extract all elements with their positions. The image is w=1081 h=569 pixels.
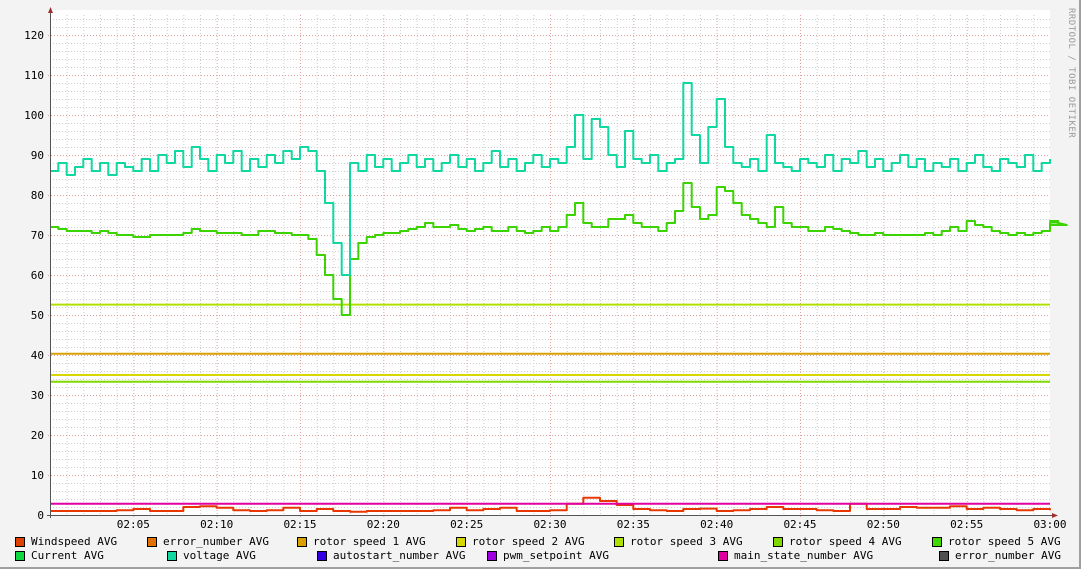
legend-swatch-icon bbox=[15, 550, 25, 561]
y-tick-label: 70 bbox=[31, 229, 44, 242]
y-tick-label: 30 bbox=[31, 389, 44, 402]
x-tick-label: 02:45 bbox=[783, 518, 816, 531]
legend-item: rotor speed 5 AVG bbox=[932, 535, 1061, 548]
legend-item: Windspeed AVG bbox=[15, 535, 117, 548]
legend-swatch-icon bbox=[456, 536, 466, 547]
x-tick-label: 02:30 bbox=[533, 518, 566, 531]
legend-label: voltage AVG bbox=[183, 549, 256, 562]
x-tick-label: 02:35 bbox=[617, 518, 650, 531]
legend-item: autostart_number AVG bbox=[317, 549, 465, 562]
x-tick-label: 02:05 bbox=[117, 518, 150, 531]
legend-label: autostart_number AVG bbox=[333, 549, 466, 562]
legend-swatch-icon bbox=[317, 550, 327, 561]
legend-label: error_number AVG bbox=[955, 549, 1061, 562]
x-tick-label: 02:50 bbox=[867, 518, 900, 531]
chart-svg: 0 10 20 30 40 50 60 70 80 90 100 110 120 02:05 02:10 02… bbox=[24, 7, 1068, 531]
legend-item: rotor speed 1 AVG bbox=[297, 535, 426, 548]
x-tick-label: 02:55 bbox=[950, 518, 983, 531]
y-tick-label: 0 bbox=[37, 509, 44, 522]
y-tick-label: 120 bbox=[24, 29, 44, 42]
legend-swatch-icon bbox=[939, 550, 949, 561]
legend-label: Current AVG bbox=[31, 549, 104, 562]
x-tick-label: 02:10 bbox=[200, 518, 233, 531]
y-tick-label: 100 bbox=[24, 109, 44, 122]
legend-item: error_number AVG bbox=[939, 549, 1061, 562]
x-tick-label: 02:25 bbox=[450, 518, 483, 531]
legend-swatch-icon bbox=[614, 536, 624, 547]
legend-swatch-icon bbox=[147, 536, 157, 547]
legend-label: rotor speed 3 AVG bbox=[630, 535, 743, 548]
y-tick-label: 110 bbox=[24, 69, 44, 82]
legend-swatch-icon bbox=[773, 536, 783, 547]
legend-swatch-icon bbox=[932, 536, 942, 547]
legend-label: error_number AVG bbox=[163, 535, 269, 548]
watermark: RRDTOOL / TOBI OETIKER bbox=[1066, 8, 1076, 139]
legend-swatch-icon bbox=[297, 536, 307, 547]
legend-swatch-icon bbox=[718, 550, 728, 561]
legend-item: rotor speed 4 AVG bbox=[773, 535, 902, 548]
legend-item: main_state_number AVG bbox=[718, 549, 873, 562]
legend-item: pwm_setpoint AVG bbox=[487, 549, 609, 562]
legend-label: pwm_setpoint AVG bbox=[503, 549, 609, 562]
legend-label: main_state_number AVG bbox=[734, 549, 874, 562]
legend-item: Current AVG bbox=[15, 549, 104, 562]
x-tick-label: 02:20 bbox=[367, 518, 400, 531]
legend-item: voltage AVG bbox=[167, 549, 256, 562]
y-tick-label: 40 bbox=[31, 349, 44, 362]
y-tick-label: 50 bbox=[31, 309, 44, 322]
y-tick-label: 80 bbox=[31, 189, 44, 202]
legend-item: rotor speed 2 AVG bbox=[456, 535, 585, 548]
legend-label: rotor speed 2 AVG bbox=[472, 535, 585, 548]
x-tick-label: 03:00 bbox=[1033, 518, 1066, 531]
y-tick-label: 20 bbox=[31, 429, 44, 442]
plot-area bbox=[50, 10, 1050, 515]
rrd-graph: 0 10 20 30 40 50 60 70 80 90 100 110 120 02:05 02:10 02… bbox=[0, 0, 1081, 569]
legend-label: rotor speed 5 AVG bbox=[948, 535, 1061, 548]
legend-label: rotor speed 4 AVG bbox=[789, 535, 902, 548]
legend-label: Windspeed AVG bbox=[31, 535, 118, 548]
legend-item: error_number AVG bbox=[147, 535, 269, 548]
x-tick-label: 02:15 bbox=[283, 518, 316, 531]
y-tick-label: 60 bbox=[31, 269, 44, 282]
legend-swatch-icon bbox=[15, 536, 25, 547]
legend-swatch-icon bbox=[167, 550, 177, 561]
y-tick-label: 90 bbox=[31, 149, 44, 162]
legend-swatch-icon bbox=[487, 550, 497, 561]
legend-label: rotor speed 1 AVG bbox=[313, 535, 426, 548]
x-tick-label: 02:40 bbox=[700, 518, 733, 531]
legend-item: rotor speed 3 AVG bbox=[614, 535, 743, 548]
y-tick-label: 10 bbox=[31, 469, 44, 482]
